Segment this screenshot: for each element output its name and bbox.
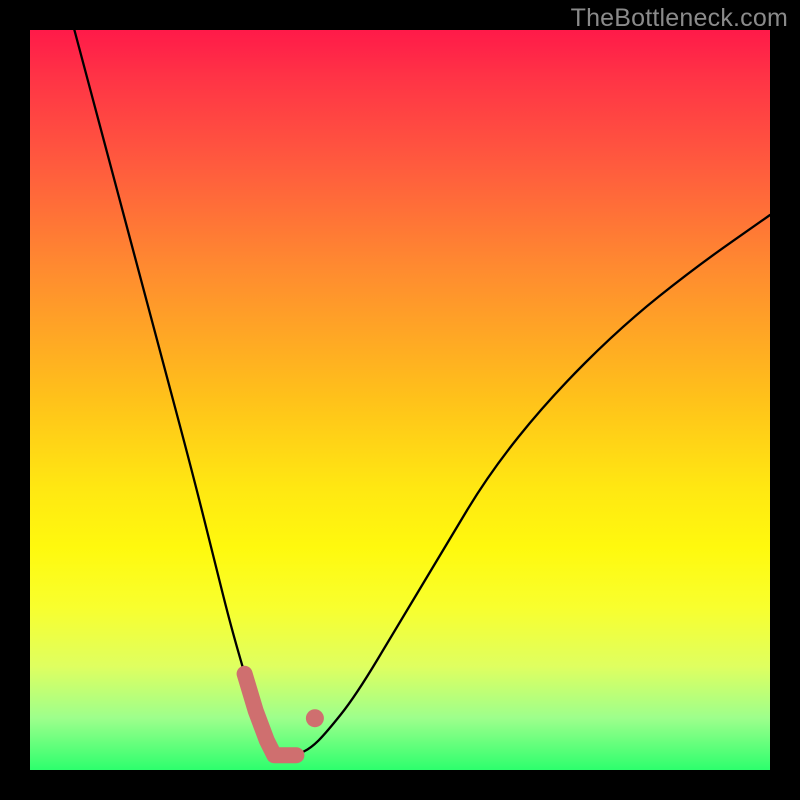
chart-frame: TheBottleneck.com bbox=[0, 0, 800, 800]
bottleneck-curve bbox=[74, 30, 770, 755]
watermark-label: TheBottleneck.com bbox=[571, 4, 788, 33]
curve-dot-icon bbox=[306, 709, 324, 727]
chart-svg bbox=[30, 30, 770, 770]
optimal-zone-marker bbox=[245, 674, 297, 755]
